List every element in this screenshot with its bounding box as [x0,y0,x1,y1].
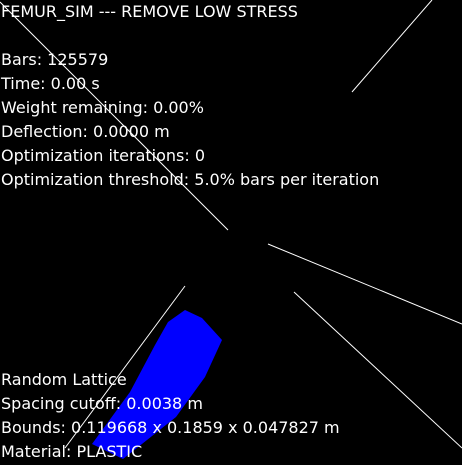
material: Material: PLASTIC [1,442,143,461]
weight-remaining: Weight remaining: 0.00% [1,98,204,117]
optimization-iterations: Optimization iterations: 0 [1,146,206,165]
lattice-type: Random Lattice [1,370,127,389]
simulation-viewport[interactable]: FEMUR_SIM --- REMOVE LOW STRESS Bars: 12… [0,0,462,465]
edge-line-mid-right [267,243,462,325]
bars-count: Bars: 125579 [1,50,109,69]
deflection: Deflection: 0.0000 m [1,122,170,141]
lattice-bounds: Bounds: 0.119668 x 0.1859 x 0.047827 m [1,418,340,437]
edge-line-top-right [351,0,433,93]
sim-title: FEMUR_SIM --- REMOVE LOW STRESS [1,2,298,21]
spacing-cutoff: Spacing cutoff: 0.0038 m [1,394,203,413]
optimization-threshold: Optimization threshold: 5.0% bars per it… [1,170,380,189]
sim-time: Time: 0.00 s [1,74,100,93]
